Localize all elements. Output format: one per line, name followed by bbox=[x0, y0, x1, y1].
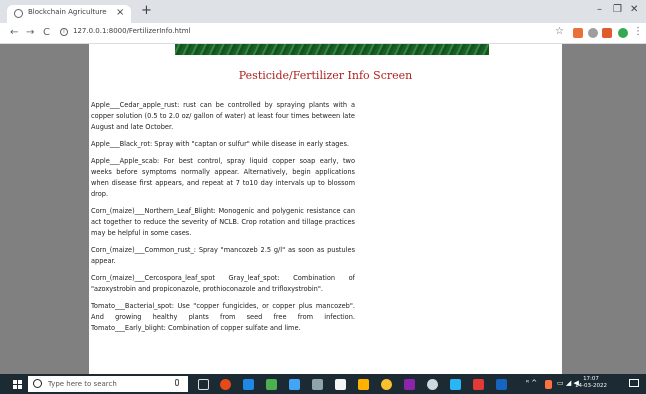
windows-start-icon[interactable] bbox=[13, 380, 22, 389]
browser-menu-icon[interactable]: ⋮ bbox=[633, 26, 643, 38]
notification-icon[interactable] bbox=[629, 379, 639, 387]
minimize-button[interactable]: – bbox=[597, 4, 602, 16]
tab-favicon-icon bbox=[14, 9, 23, 18]
back-button[interactable]: ← bbox=[10, 26, 18, 39]
site-info-icon[interactable]: i bbox=[60, 28, 68, 36]
browser-toolbar: ← → C i 127.0.0.1:8000/FertilizerInfo.ht… bbox=[0, 23, 646, 44]
app-icon-2[interactable] bbox=[266, 379, 277, 390]
app-icon-3[interactable] bbox=[289, 379, 300, 390]
page-title: Pesticide/Fertilizer Info Screen bbox=[238, 69, 413, 82]
clock[interactable]: 17:07 14-03-2022 bbox=[575, 376, 607, 390]
extension-icon-1[interactable] bbox=[573, 28, 583, 38]
word-icon[interactable] bbox=[496, 379, 507, 390]
info-entry: Apple___Cedar_apple_rust: rust can be co… bbox=[91, 101, 355, 131]
app-icon-1[interactable] bbox=[220, 379, 231, 390]
reload-button[interactable]: C bbox=[43, 26, 50, 39]
header-banner-image bbox=[175, 44, 489, 55]
tab-title: Blockchain Agriculture bbox=[28, 8, 107, 16]
taskbar: Type here to search ᴿ ^ ▭ ◢ ◀ 17:07 14-0… bbox=[0, 374, 646, 394]
info-entry: Corn_(maize)___Common_rust_: Spray "manc… bbox=[91, 246, 355, 265]
browser-tab[interactable]: Blockchain Agriculture × bbox=[7, 5, 131, 23]
task-view-icon[interactable] bbox=[198, 379, 209, 390]
search-icon bbox=[33, 379, 42, 388]
taskbar-search-placeholder: Type here to search bbox=[48, 380, 117, 388]
address-bar[interactable]: 127.0.0.1:8000/FertilizerInfo.html bbox=[73, 27, 191, 35]
browser-tab-bar: Blockchain Agriculture × + – ❐ ✕ bbox=[0, 0, 646, 23]
close-window-button[interactable]: ✕ bbox=[630, 4, 638, 16]
info-entry: Tomato___Bacterial_spot: Use "copper fun… bbox=[91, 302, 355, 332]
store-icon[interactable] bbox=[335, 379, 346, 390]
info-entry: Apple___Apple_scab: For best control, sp… bbox=[91, 157, 355, 198]
taskbar-search-box[interactable]: Type here to search bbox=[28, 376, 188, 392]
chrome-icon[interactable] bbox=[381, 379, 392, 390]
content-panel: Pesticide/Fertilizer Info Screen Apple__… bbox=[89, 44, 562, 374]
file-explorer-icon[interactable] bbox=[358, 379, 369, 390]
profile-avatar[interactable] bbox=[618, 28, 628, 38]
maximize-button[interactable]: ❐ bbox=[613, 4, 622, 16]
page-viewport: Pesticide/Fertilizer Info Screen Apple__… bbox=[0, 44, 646, 374]
info-entry: Corn_(maize)___Cercospora_leaf_spot Gray… bbox=[91, 274, 355, 293]
app-icon-4[interactable] bbox=[312, 379, 323, 390]
new-tab-button[interactable]: + bbox=[141, 4, 152, 18]
tray-overflow-icon[interactable]: ᴿ ^ bbox=[526, 379, 537, 388]
app-icon-7[interactable] bbox=[450, 379, 461, 390]
tab-close-icon[interactable]: × bbox=[116, 7, 124, 19]
forward-button[interactable]: → bbox=[26, 26, 34, 39]
app-icon-8[interactable] bbox=[473, 379, 484, 390]
bookmark-star-icon[interactable]: ☆ bbox=[555, 26, 564, 38]
app-icon-6[interactable] bbox=[427, 379, 438, 390]
microphone-icon[interactable] bbox=[175, 379, 179, 386]
app-icon-5[interactable] bbox=[404, 379, 415, 390]
info-entry: Corn_(maize)___Northern_Leaf_Blight: Mon… bbox=[91, 207, 355, 237]
edge-icon[interactable] bbox=[243, 379, 254, 390]
info-list: Apple___Cedar_apple_rust: rust can be co… bbox=[91, 100, 355, 340]
clock-date: 14-03-2022 bbox=[575, 383, 607, 389]
clock-time: 17:07 bbox=[583, 376, 599, 382]
tray-app-icon[interactable] bbox=[545, 380, 552, 389]
extension-icon-2[interactable] bbox=[588, 28, 598, 38]
extension-icon-3[interactable] bbox=[602, 28, 612, 38]
info-entry: Apple___Black_rot: Spray with "captan or… bbox=[91, 140, 350, 148]
